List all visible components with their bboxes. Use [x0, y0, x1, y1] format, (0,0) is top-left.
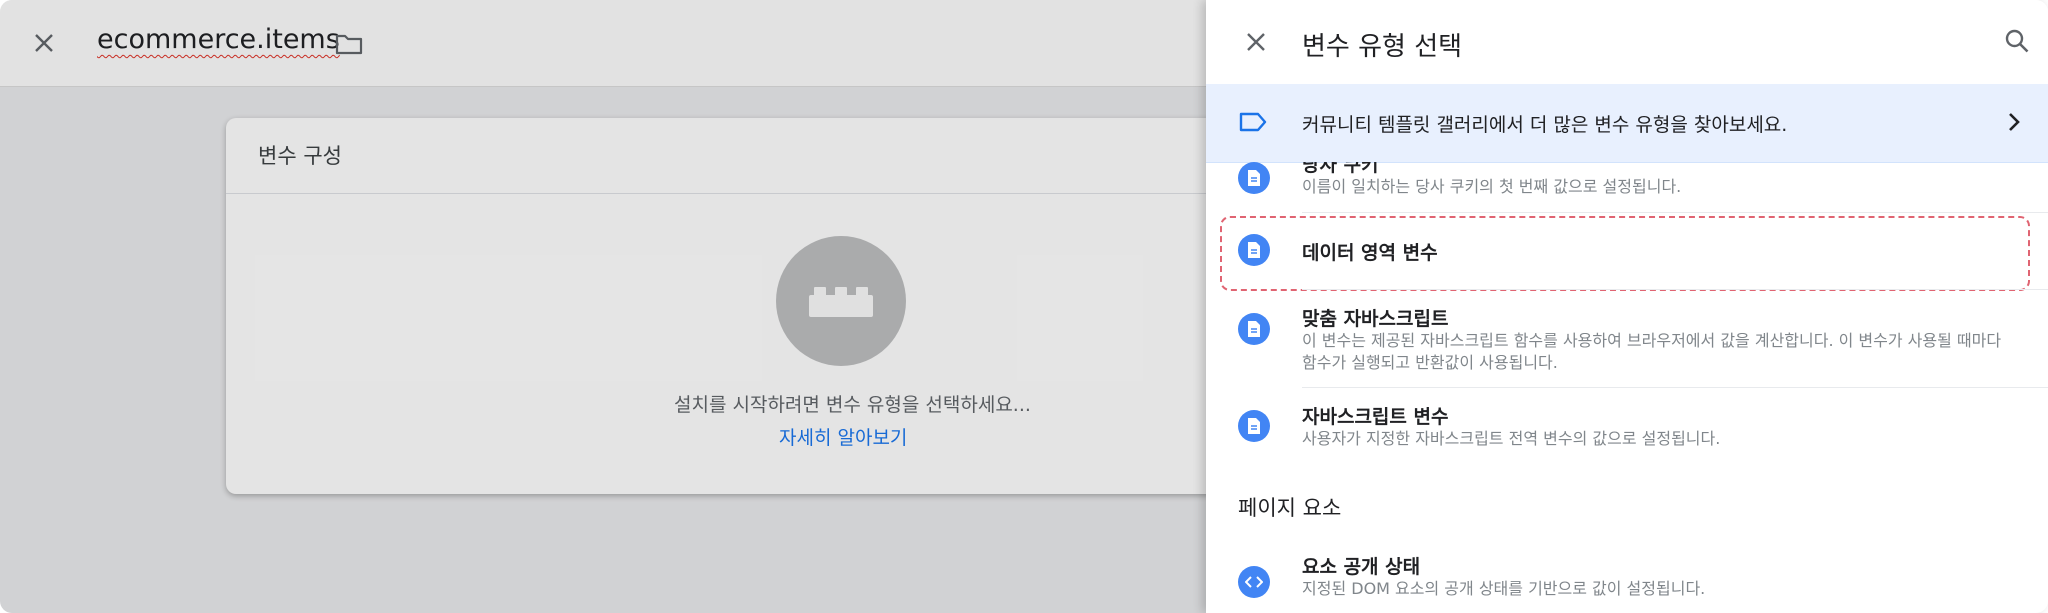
list-item-javascript-variable[interactable]: 자바스크립트 변수 사용자가 지정한 자바스크립트 전역 변수의 값으로 설정됩… — [1206, 390, 2048, 462]
banner-text: 커뮤니티 템플릿 갤러리에서 더 많은 변수 유형을 찾아보세요. — [1302, 114, 1788, 136]
chevron-right-icon — [2006, 111, 2022, 137]
panel-title: 변수 유형 선택 — [1302, 32, 1463, 62]
list-item-description: 이름이 일치하는 당사 쿠키의 첫 번째 값으로 설정됩니다. — [1302, 177, 1682, 196]
list-item-description: 이 변수는 제공된 자바스크립트 함수를 사용하여 브라우저에서 값을 계산합니… — [1302, 331, 2002, 372]
lego-brick-icon — [809, 287, 873, 317]
learn-more-link[interactable]: 자세히 알아보기 — [779, 423, 907, 450]
list-item-custom-javascript[interactable]: 맞춤 자바스크립트 이 변수는 제공된 자바스크립트 함수를 사용하여 브라우저… — [1206, 292, 2048, 382]
list-item-title: 맞춤 자바스크립트 — [1302, 308, 1449, 330]
close-icon[interactable] — [28, 27, 60, 59]
document-icon — [1238, 313, 1270, 345]
search-icon[interactable] — [2000, 24, 2034, 58]
divider — [1302, 387, 2048, 388]
tag-icon — [1238, 110, 1268, 138]
community-gallery-banner[interactable]: 커뮤니티 템플릿 갤러리에서 더 많은 변수 유형을 찾아보세요. — [1206, 84, 2048, 163]
list-item-element-visibility[interactable]: 요소 공개 상태 지정된 DOM 요소의 공개 상태를 기반으로 값이 설정됩니… — [1206, 548, 2048, 613]
variable-type-panel: 변수 유형 선택 커뮤니티 템플릿 갤러리에서 더 많은 변수 유형을 찾아보세… — [1206, 0, 2048, 613]
list-item-title: 당사 쿠키 — [1302, 162, 1379, 176]
list-item-title: 자바스크립트 변수 — [1302, 406, 1449, 428]
variable-type-placeholder[interactable] — [776, 236, 906, 366]
list-item-title: 요소 공개 상태 — [1302, 556, 1421, 578]
variable-name-title[interactable]: ecommerce.items — [97, 24, 340, 55]
variable-type-list: 당사 쿠키 이름이 일치하는 당사 쿠키의 첫 번째 값으로 설정됩니다. 데이… — [1206, 162, 2048, 613]
document-icon — [1238, 410, 1270, 442]
section-title-page-elements: 페이지 요소 — [1238, 496, 1342, 520]
divider — [1302, 289, 2048, 290]
editor-header: ecommerce.items — [0, 0, 1206, 87]
document-icon — [1238, 162, 1270, 194]
card-title: 변수 구성 — [258, 144, 342, 168]
list-item-title: 데이터 영역 변수 — [1302, 242, 1438, 264]
code-icon — [1238, 566, 1270, 598]
card-divider — [226, 193, 1206, 194]
document-icon — [1238, 234, 1270, 266]
folder-icon[interactable] — [332, 28, 366, 60]
list-item-description: 지정된 DOM 요소의 공개 상태를 기반으로 값이 설정됩니다. — [1302, 579, 1706, 598]
variable-editor: ecommerce.items 변수 구성 설치를 시작하려면 변수 유형을 선… — [0, 0, 1206, 613]
list-item-description: 사용자가 지정한 자바스크립트 전역 변수의 값으로 설정됩니다. — [1302, 429, 1721, 448]
close-icon[interactable] — [1240, 26, 1272, 58]
list-item-first-party-cookie[interactable]: 당사 쿠키 이름이 일치하는 당사 쿠키의 첫 번째 값으로 설정됩니다. — [1206, 162, 2048, 210]
panel-header: 변수 유형 선택 — [1206, 0, 2048, 84]
variable-config-card: 변수 구성 설치를 시작하려면 변수 유형을 선택하세요... 자세히 알아보기 — [226, 118, 1206, 494]
list-item-data-layer-variable[interactable]: 데이터 영역 변수 — [1206, 218, 2048, 284]
card-instruction-text: 설치를 시작하려면 변수 유형을 선택하세요... — [674, 394, 1031, 416]
divider — [1302, 212, 2048, 213]
